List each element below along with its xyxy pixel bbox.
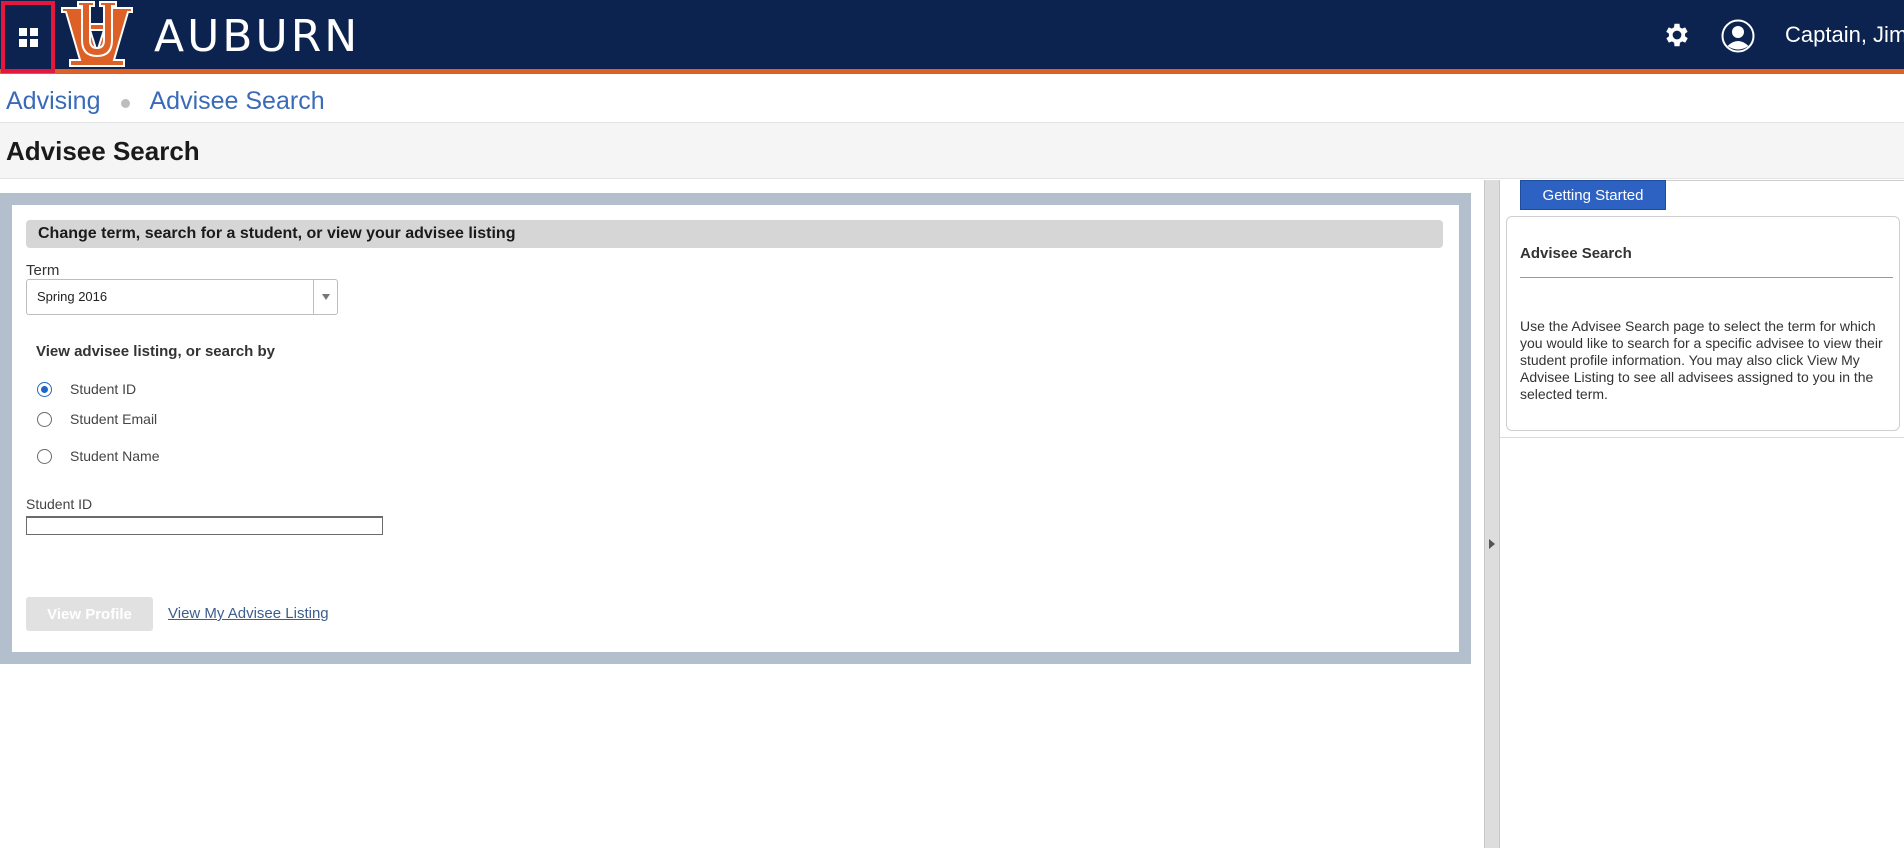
radio-button[interactable]: [37, 381, 52, 397]
search-by-label: View advisee listing, or search by: [36, 343, 275, 360]
radio-student-id[interactable]: Student ID: [37, 381, 136, 397]
help-card-text: Use the Advisee Search page to select th…: [1520, 318, 1883, 402]
student-id-input[interactable]: [26, 516, 383, 535]
user-circle-icon[interactable]: [1721, 19, 1755, 53]
radio-button[interactable]: [37, 411, 52, 427]
breadcrumb-advisee-search[interactable]: Advisee Search: [150, 87, 325, 116]
view-profile-button[interactable]: View Profile: [26, 597, 153, 631]
breadcrumb-advising[interactable]: Advising: [6, 87, 101, 116]
radio-label: Student ID: [70, 381, 137, 397]
tab-getting-started[interactable]: Getting Started: [1520, 180, 1666, 210]
page-title: Advisee Search: [6, 136, 200, 166]
radio-student-name[interactable]: Student Name: [37, 448, 160, 464]
student-id-label: Student ID: [26, 496, 93, 512]
tab-divider: [1666, 180, 1904, 181]
sidebar-collapse-handle[interactable]: [1484, 180, 1500, 848]
help-card-divider: [1520, 277, 1893, 278]
radio-label: Student Email: [70, 411, 158, 427]
term-selected-value: Spring 2016: [37, 289, 108, 304]
top-bar: AUBURN Captain, Jim: [0, 0, 1904, 74]
search-panel: Change term, search for a student, or vi…: [0, 193, 1471, 664]
help-card: Advisee Search Use the Advisee Search pa…: [1506, 216, 1900, 431]
radio-label: Student Name: [70, 448, 160, 464]
sidebar-divider: [1500, 437, 1904, 438]
help-card-title: Advisee Search: [1520, 245, 1632, 262]
auburn-logo: [61, 1, 133, 67]
breadcrumb-separator: [120, 98, 130, 108]
term-label: Term: [26, 262, 60, 279]
app-menu-button[interactable]: [1, 1, 55, 73]
chevron-down-icon: [313, 280, 337, 314]
radio-student-email[interactable]: Student Email: [37, 411, 157, 427]
breadcrumb: Advising Advisee Search: [6, 84, 325, 118]
title-bar: Advisee Search: [0, 122, 1904, 179]
brand-name: AUBURN: [154, 11, 361, 62]
section-header: Change term, search for a student, or vi…: [26, 220, 1443, 248]
caret-right-icon: [1489, 539, 1495, 549]
search-panel-body: Change term, search for a student, or vi…: [12, 205, 1459, 652]
term-select[interactable]: Spring 2016: [26, 279, 338, 315]
user-name[interactable]: Captain, Jim: [1785, 22, 1904, 48]
view-advisee-listing-link[interactable]: View My Advisee Listing: [168, 605, 329, 622]
grid-icon: [18, 27, 38, 47]
radio-button[interactable]: [37, 448, 52, 464]
gear-icon[interactable]: [1662, 20, 1692, 50]
